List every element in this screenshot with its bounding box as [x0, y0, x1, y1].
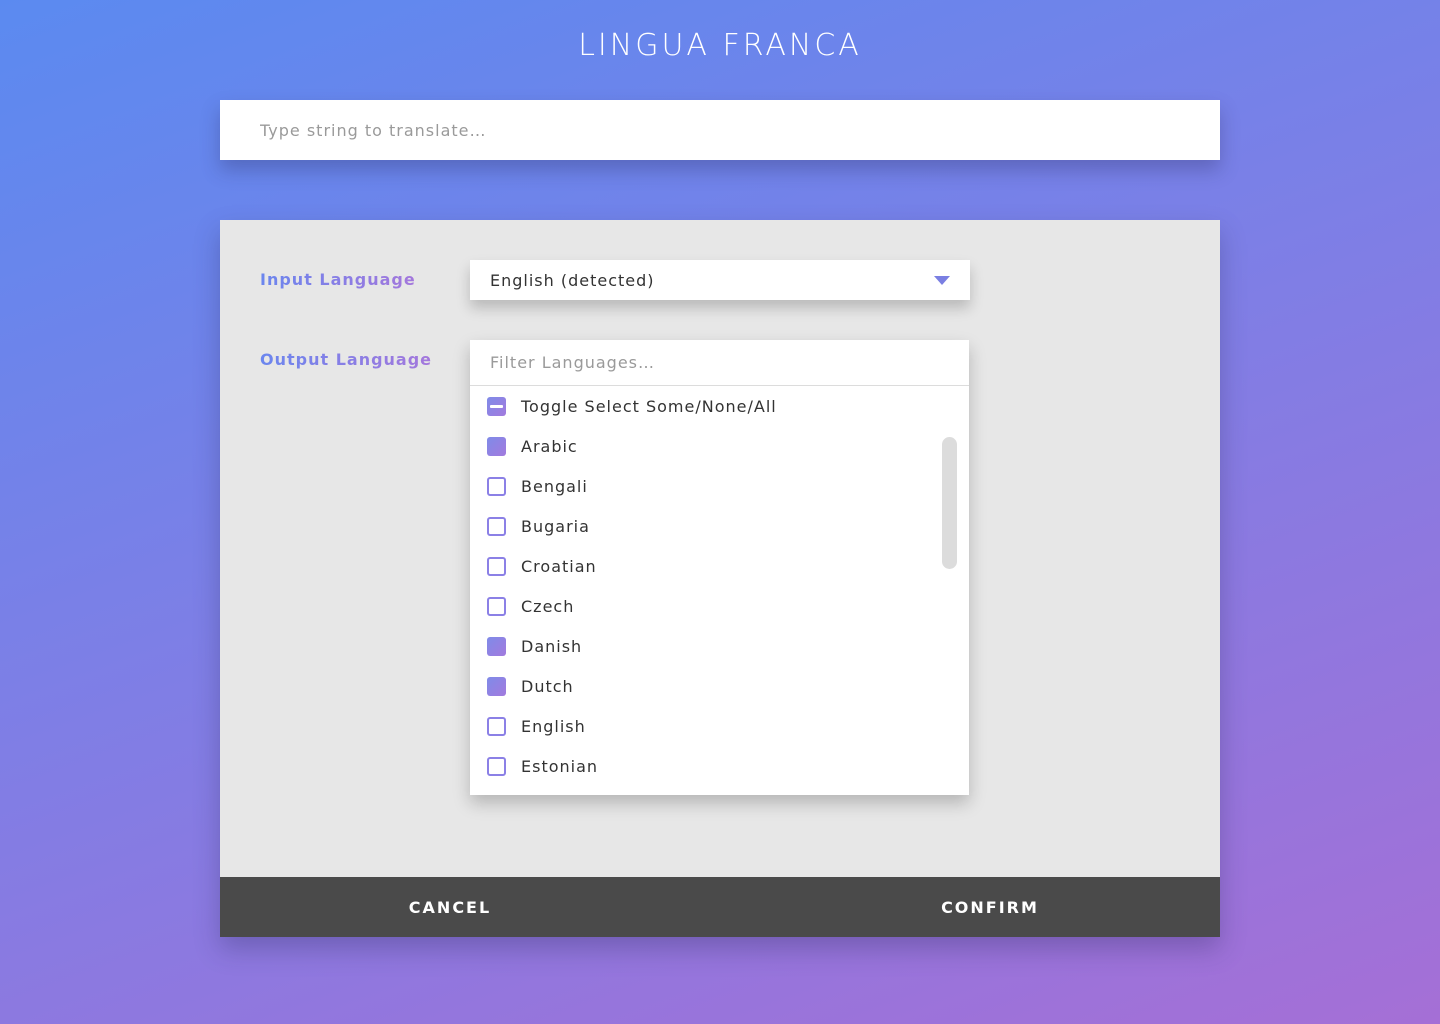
option-label: Toggle Select Some/None/All — [521, 396, 777, 416]
language-option-croatian[interactable]: Croatian — [487, 546, 597, 586]
language-option-danish[interactable]: Danish — [487, 626, 582, 666]
language-option-bengali[interactable]: Bengali — [487, 466, 588, 506]
option-label: Estonian — [521, 756, 599, 776]
language-option-czech[interactable]: Czech — [487, 586, 574, 626]
option-label: English — [521, 716, 586, 736]
option-label: Czech — [521, 596, 575, 616]
input-language-value: English (detected) — [490, 270, 655, 290]
filter-languages-input[interactable] — [470, 340, 969, 386]
dropdown-scrollbar[interactable] — [942, 437, 957, 569]
dash-icon — [490, 404, 503, 408]
unchecked-checkbox-icon[interactable] — [487, 756, 506, 776]
footer-bar: CANCEL CONFIRM — [220, 877, 1220, 937]
input-language-select[interactable]: English (detected) — [470, 260, 970, 300]
unchecked-checkbox-icon[interactable] — [487, 476, 506, 496]
partial-checkbox-icon[interactable] — [487, 396, 506, 416]
settings-panel: Input Language English (detected) Output… — [220, 220, 1220, 937]
option-label: Bengali — [521, 476, 588, 496]
checked-checkbox-icon[interactable] — [487, 636, 506, 656]
toggle-select-all-option[interactable]: Toggle Select Some/None/All — [487, 386, 777, 426]
unchecked-checkbox-icon[interactable] — [487, 716, 506, 736]
option-label: Arabic — [521, 436, 578, 456]
language-option-dutch[interactable]: Dutch — [487, 666, 574, 706]
unchecked-checkbox-icon[interactable] — [487, 596, 506, 616]
unchecked-checkbox-icon[interactable] — [487, 516, 506, 536]
output-language-label: Output Language — [260, 350, 433, 369]
cancel-button[interactable]: CANCEL — [220, 877, 710, 937]
option-label: Dutch — [521, 676, 574, 696]
output-language-dropdown: Toggle Select Some/None/All Arabic Benga… — [470, 340, 969, 795]
unchecked-checkbox-icon[interactable] — [487, 556, 506, 576]
option-label: Bugaria — [521, 516, 590, 536]
option-label: Croatian — [521, 556, 597, 576]
checked-checkbox-icon[interactable] — [487, 436, 506, 456]
checked-checkbox-icon[interactable] — [487, 676, 506, 696]
input-language-label: Input Language — [260, 270, 416, 289]
language-options-list: Toggle Select Some/None/All Arabic Benga… — [470, 386, 969, 794]
language-option-estonian[interactable]: Estonian — [487, 746, 598, 786]
confirm-button[interactable]: CONFIRM — [710, 877, 1220, 937]
caret-down-icon[interactable] — [934, 275, 950, 285]
option-label: Danish — [521, 636, 583, 656]
app-title: LINGUA FRANCA — [578, 28, 862, 63]
language-option-bugaria[interactable]: Bugaria — [487, 506, 590, 546]
translate-input[interactable] — [220, 100, 1220, 160]
language-option-arabic[interactable]: Arabic — [487, 426, 578, 466]
language-option-english[interactable]: English — [487, 706, 586, 746]
